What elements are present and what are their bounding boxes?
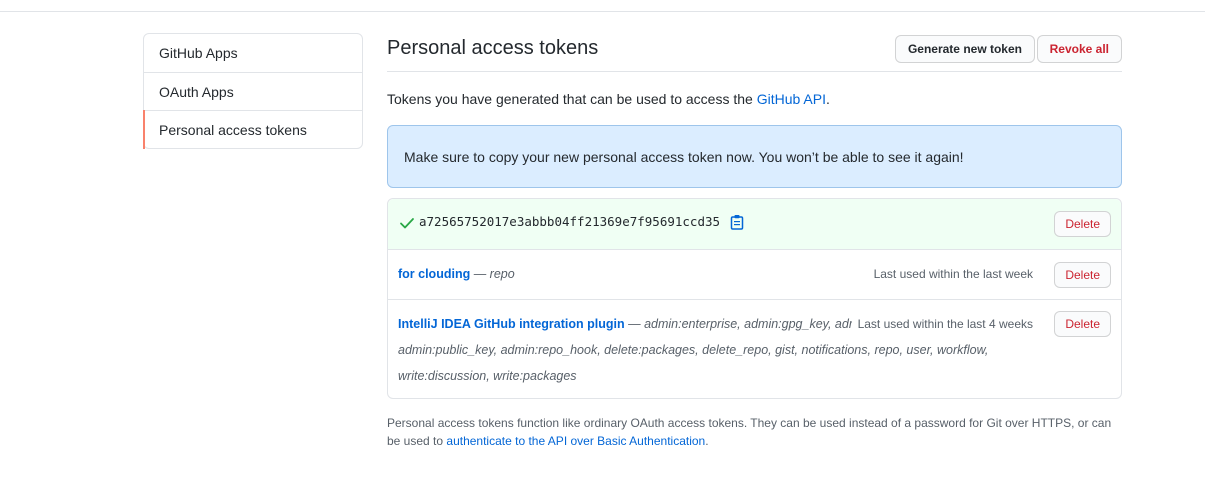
page-title: Personal access tokens: [387, 37, 599, 59]
revoke-all-button[interactable]: Revoke all: [1036, 35, 1122, 63]
delete-token-button[interactable]: Delete: [1054, 262, 1111, 288]
top-divider: [0, 11, 1205, 12]
token-last-used: Last used within the last week: [873, 267, 1033, 281]
new-token-row: a72565752017e3abbb04ff21369e7f95691ccd35…: [388, 199, 1121, 249]
token-name-link[interactable]: for clouding: [398, 267, 470, 281]
footnote: Personal access tokens function like ord…: [387, 414, 1122, 450]
sidebar-item-personal-access-tokens[interactable]: Personal access tokens: [143, 110, 362, 149]
token-scopes: repo: [489, 267, 515, 281]
token-description: for clouding — repo: [398, 261, 515, 287]
token-list: a72565752017e3abbb04ff21369e7f95691ccd35…: [387, 198, 1122, 399]
github-api-link[interactable]: GitHub API: [757, 91, 826, 107]
delete-token-button[interactable]: Delete: [1054, 311, 1111, 337]
footnote-end: .: [705, 434, 709, 448]
intro-text-end: .: [825, 91, 830, 107]
token-separator: —: [624, 317, 645, 331]
token-last-used: Last used within the last 4 weeks: [851, 317, 1033, 331]
token-row: for clouding — repo Last used within the…: [388, 249, 1121, 299]
copy-token-notice: Make sure to copy your new personal acce…: [387, 125, 1122, 188]
copy-token-notice-text: Make sure to copy your new personal acce…: [404, 149, 964, 165]
generate-new-token-button[interactable]: Generate new token: [894, 35, 1035, 63]
clipboard-icon[interactable]: [730, 214, 744, 230]
token-name-link[interactable]: IntelliJ IDEA GitHub integration plugin: [398, 317, 625, 331]
new-token-value[interactable]: a72565752017e3abbb04ff21369e7f95691ccd35: [419, 214, 720, 229]
token-row: IntelliJ IDEA GitHub integration plugin …: [388, 299, 1121, 398]
token-separator: —: [470, 267, 490, 281]
main-content: Personal access tokens Generate new toke…: [387, 33, 1122, 448]
basic-auth-link[interactable]: authenticate to the API over Basic Authe…: [446, 434, 705, 448]
check-icon: [400, 218, 414, 229]
sidebar-item-oauth-apps[interactable]: OAuth Apps: [144, 72, 362, 110]
intro-text: Tokens you have generated that can be us…: [387, 91, 830, 107]
settings-sidebar: GitHub Apps OAuth Apps Personal access t…: [143, 33, 363, 149]
page-header: Personal access tokens Generate new toke…: [387, 33, 1122, 72]
intro-text-body: Tokens you have generated that can be us…: [387, 91, 757, 107]
delete-token-button[interactable]: Delete: [1054, 211, 1111, 237]
sidebar-item-github-apps[interactable]: GitHub Apps: [144, 34, 362, 72]
